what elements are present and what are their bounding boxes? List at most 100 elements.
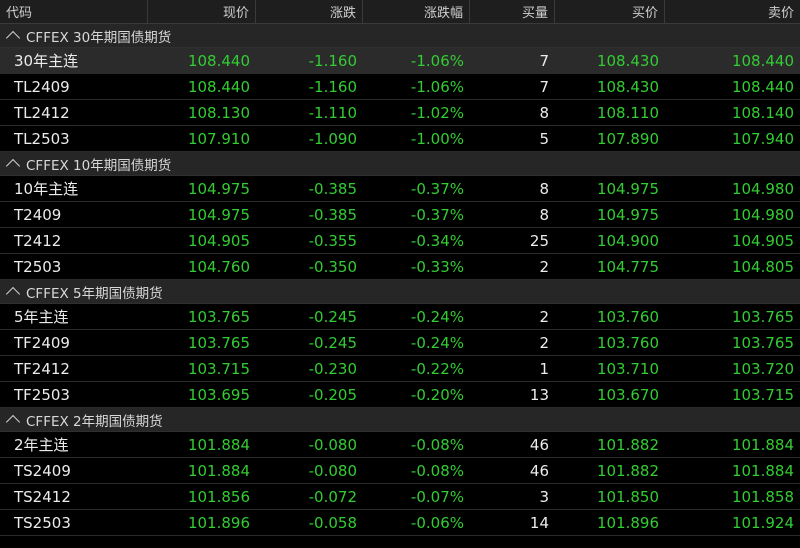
cell-ask-price: 104.805 — [731, 257, 794, 276]
column-header-change[interactable]: 涨跌 — [256, 0, 363, 23]
table-row[interactable]: T2503 104.760 -0.350 -0.33% 2 104.775 104.805 — [0, 254, 800, 280]
group-title: CFFEX 5年期国债期货 — [26, 285, 163, 302]
cell-code: T2503 — [14, 257, 62, 276]
cell-bid-price: 108.110 — [596, 103, 659, 122]
cell-change: -1.160 — [308, 77, 357, 96]
quote-table: 代码 现价 涨跌 涨跌幅 买量 买价 卖价 CFFEX 30年期国债期货 30年主… — [0, 0, 800, 536]
table-row[interactable]: 2年主连 101.884 -0.080 -0.08% 46 101.882 101.884 — [0, 432, 800, 458]
cell-ask-price: 108.140 — [731, 103, 794, 122]
column-header-change-pct[interactable]: 涨跌幅 — [363, 0, 470, 23]
cell-ask-price: 103.765 — [731, 333, 794, 352]
table-row[interactable]: TL2412 108.130 -1.110 -1.02% 8 108.110 108.140 — [0, 100, 800, 126]
cell-change-pct: -0.33% — [410, 257, 464, 276]
cell-change: -1.090 — [308, 129, 357, 148]
cell-code: TS2503 — [14, 513, 71, 532]
group-header[interactable]: CFFEX 30年期国债期货 — [0, 24, 800, 48]
cell-code: T2412 — [14, 231, 62, 250]
cell-ask-price: 101.858 — [731, 487, 794, 506]
cell-bid-price: 101.882 — [596, 461, 659, 480]
cell-bid-price: 108.430 — [596, 77, 659, 96]
cell-change: -0.245 — [308, 333, 357, 352]
cell-price: 104.975 — [187, 205, 250, 224]
cell-change-pct: -1.06% — [410, 77, 464, 96]
cell-bid-price: 101.850 — [596, 487, 659, 506]
table-row[interactable]: TF2409 103.765 -0.245 -0.24% 2 103.760 103.765 — [0, 330, 800, 356]
cell-bid-volume: 13 — [529, 385, 549, 404]
cell-change-pct: -1.02% — [410, 103, 464, 122]
cell-bid-price: 103.670 — [596, 385, 659, 404]
cell-ask-price: 108.440 — [731, 77, 794, 96]
cell-bid-volume: 7 — [539, 51, 549, 70]
group-header[interactable]: CFFEX 5年期国债期货 — [0, 280, 800, 304]
column-header-code[interactable]: 代码 — [0, 0, 148, 23]
table-row[interactable]: TF2412 103.715 -0.230 -0.22% 1 103.710 103.720 — [0, 356, 800, 382]
cell-price: 103.715 — [187, 359, 250, 378]
table-row[interactable]: T2409 104.975 -0.385 -0.37% 8 104.975 104.980 — [0, 202, 800, 228]
cell-price: 101.856 — [187, 487, 250, 506]
cell-bid-volume: 2 — [539, 257, 549, 276]
cell-code: 2年主连 — [14, 436, 69, 454]
cell-price: 103.695 — [187, 385, 250, 404]
cell-ask-price: 101.884 — [731, 435, 794, 454]
cell-code: TS2412 — [14, 487, 71, 506]
cell-bid-price: 103.710 — [596, 359, 659, 378]
cell-change-pct: -0.37% — [410, 179, 464, 198]
cell-bid-price: 104.975 — [596, 179, 659, 198]
column-header-ask-price[interactable]: 卖价 — [665, 0, 800, 23]
cell-change-pct: -0.06% — [410, 513, 464, 532]
cell-ask-price: 103.765 — [731, 307, 794, 326]
cell-bid-price: 101.882 — [596, 435, 659, 454]
cell-change-pct: -1.06% — [410, 51, 464, 70]
cell-change: -0.205 — [308, 385, 357, 404]
chevron-up-icon[interactable] — [5, 286, 21, 301]
cell-ask-price: 101.884 — [731, 461, 794, 480]
table-row[interactable]: TL2503 107.910 -1.090 -1.00% 5 107.890 107.940 — [0, 126, 800, 152]
column-header-price[interactable]: 现价 — [148, 0, 256, 23]
cell-ask-price: 104.905 — [731, 231, 794, 250]
cell-price: 107.910 — [187, 129, 250, 148]
cell-bid-price: 104.900 — [596, 231, 659, 250]
table-row[interactable]: 10年主连 104.975 -0.385 -0.37% 8 104.975 104.980 — [0, 176, 800, 202]
cell-change-pct: -0.34% — [410, 231, 464, 250]
cell-change-pct: -0.22% — [410, 359, 464, 378]
group-header[interactable]: CFFEX 10年期国债期货 — [0, 152, 800, 176]
table-row[interactable]: 30年主连 108.440 -1.160 -1.06% 7 108.430 108.440 — [0, 48, 800, 74]
cell-change: -0.072 — [308, 487, 357, 506]
cell-code: 5年主连 — [14, 308, 69, 326]
group-header[interactable]: CFFEX 2年期国债期货 — [0, 408, 800, 432]
cell-ask-price: 103.720 — [731, 359, 794, 378]
cell-change: -0.245 — [308, 307, 357, 326]
cell-price: 104.975 — [187, 179, 250, 198]
cell-bid-price: 107.890 — [596, 129, 659, 148]
cell-bid-volume: 14 — [529, 513, 549, 532]
cell-change: -0.350 — [308, 257, 357, 276]
cell-change: -0.058 — [308, 513, 357, 532]
cell-price: 104.760 — [187, 257, 250, 276]
cell-code: TF2412 — [14, 359, 70, 378]
table-row[interactable]: TF2503 103.695 -0.205 -0.20% 13 103.670 103.71… — [0, 382, 800, 408]
table-row[interactable]: TL2409 108.440 -1.160 -1.06% 7 108.430 108.440 — [0, 74, 800, 100]
cell-price: 108.130 — [187, 103, 250, 122]
cell-price: 101.884 — [187, 435, 250, 454]
cell-bid-volume: 2 — [539, 307, 549, 326]
table-row[interactable]: TS2503 101.896 -0.058 -0.06% 14 101.896 101.92… — [0, 510, 800, 536]
table-row[interactable]: 5年主连 103.765 -0.245 -0.24% 2 103.760 103.765 — [0, 304, 800, 330]
chevron-up-icon[interactable] — [5, 414, 21, 429]
cell-change-pct: -0.20% — [410, 385, 464, 404]
table-body: CFFEX 30年期国债期货 30年主连 108.440 -1.160 -1.06% 7 1… — [0, 24, 800, 536]
column-header-bid-volume[interactable]: 买量 — [470, 0, 555, 23]
cell-ask-price: 104.980 — [731, 205, 794, 224]
cell-code: 30年主连 — [14, 52, 79, 70]
table-row[interactable]: T2412 104.905 -0.355 -0.34% 25 104.900 104.905 — [0, 228, 800, 254]
cell-bid-volume: 8 — [539, 103, 549, 122]
chevron-up-icon[interactable] — [5, 30, 21, 45]
column-header-bid-price[interactable]: 买价 — [555, 0, 665, 23]
table-row[interactable]: TS2412 101.856 -0.072 -0.07% 3 101.850 101.858 — [0, 484, 800, 510]
chevron-up-icon[interactable] — [5, 158, 21, 173]
table-row[interactable]: TS2409 101.884 -0.080 -0.08% 46 101.882 101.88… — [0, 458, 800, 484]
cell-change-pct: -0.24% — [410, 307, 464, 326]
cell-change: -1.160 — [308, 51, 357, 70]
cell-bid-volume: 3 — [539, 487, 549, 506]
cell-ask-price: 108.440 — [731, 51, 794, 70]
cell-change-pct: -0.07% — [410, 487, 464, 506]
